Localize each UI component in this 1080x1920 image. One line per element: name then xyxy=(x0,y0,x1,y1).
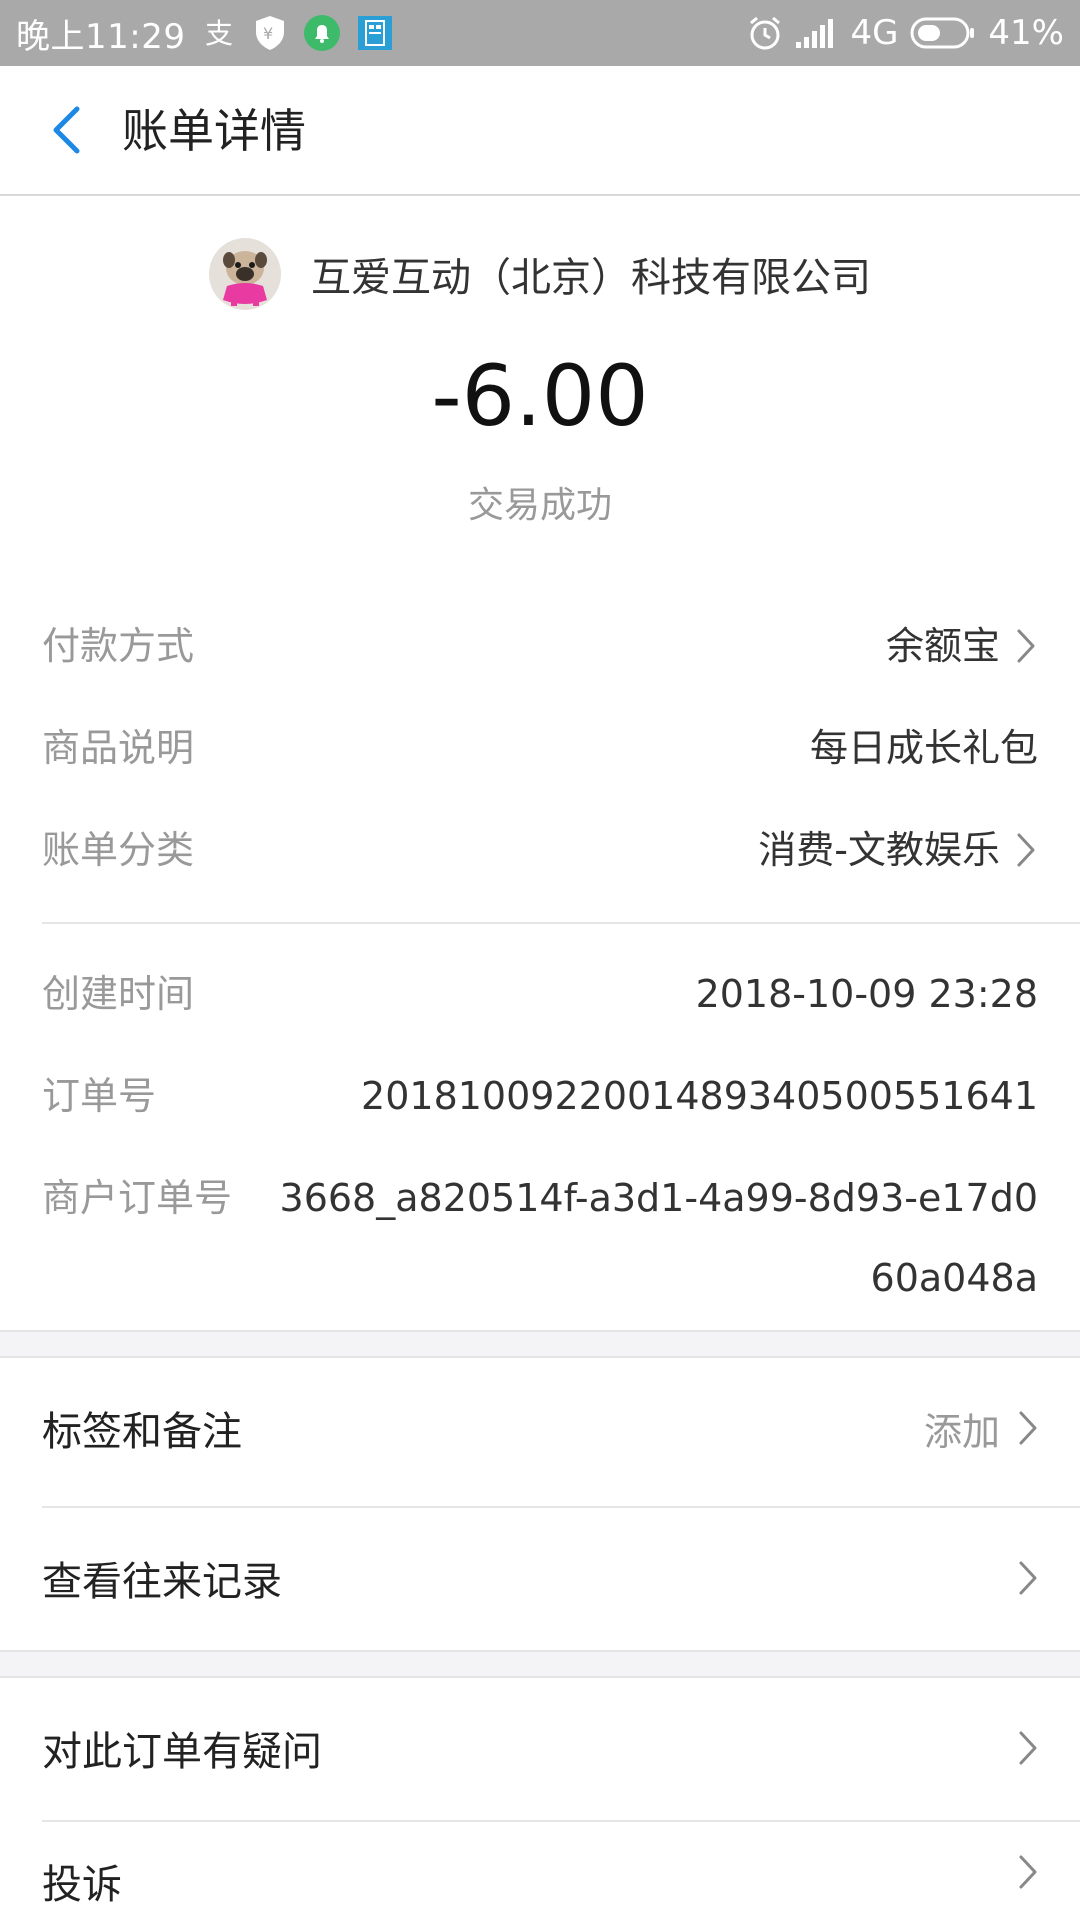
battery-percent: 41% xyxy=(988,13,1064,53)
order-no-label: 订单号 xyxy=(42,1074,157,1118)
complaint-row[interactable]: 投诉 xyxy=(0,1822,1080,1920)
history-label: 查看往来记录 xyxy=(42,1559,282,1605)
alarm-icon xyxy=(746,14,784,52)
payment-method-value-wrap: 余额宝 xyxy=(886,616,1038,676)
category-value: 消费-文教娱乐 xyxy=(758,828,1000,872)
status-right: 4G 41% xyxy=(746,13,1064,53)
question-right xyxy=(1016,1728,1040,1768)
chevron-right-icon xyxy=(1016,1852,1040,1892)
question-label: 对此订单有疑问 xyxy=(42,1729,322,1775)
alipay-icon: 支 xyxy=(201,15,237,51)
transaction-amount: -6.00 xyxy=(431,347,649,445)
payment-method-row[interactable]: 付款方式 余额宝 xyxy=(42,616,1038,676)
product-desc-label: 商品说明 xyxy=(42,726,195,770)
divider xyxy=(42,922,1080,924)
chevron-right-icon xyxy=(1016,1728,1040,1768)
network-type: 4G xyxy=(850,13,899,53)
created-time-label: 创建时间 xyxy=(42,972,195,1016)
merchant-order-no-value: 3668_a820514f-a3d1-4a99-8d93-e17d060a048… xyxy=(279,1176,1038,1300)
section-gap xyxy=(0,1330,1080,1358)
category-row[interactable]: 账单分类 消费-文教娱乐 xyxy=(42,820,1038,880)
status-left: 晚上11:29 支 ¥ xyxy=(16,9,393,58)
tags-notes-row[interactable]: 标签和备注 添加 xyxy=(0,1358,1080,1498)
created-time-value: 2018-10-09 23:28 xyxy=(695,972,1038,1016)
chevron-right-icon xyxy=(1016,1558,1040,1598)
sim-card-icon xyxy=(357,15,393,51)
chevron-right-icon xyxy=(1014,626,1038,666)
status-bar: 晚上11:29 支 ¥ 4G 41% xyxy=(0,0,1080,66)
section-gap xyxy=(0,1650,1080,1678)
merchant-row: 互爱互动（北京）科技有限公司 xyxy=(0,238,1080,310)
battery-icon xyxy=(910,16,976,50)
nav-bar: 账单详情 xyxy=(0,66,1080,196)
svg-text:¥: ¥ xyxy=(263,24,273,43)
merchant-name: 互爱互动（北京）科技有限公司 xyxy=(311,255,871,301)
order-no-row: 订单号 20181009220014893405005516​41 xyxy=(42,1066,1038,1126)
history-row[interactable]: 查看往来记录 xyxy=(0,1508,1080,1648)
complaint-right xyxy=(1016,1852,1040,1892)
back-button[interactable] xyxy=(36,98,96,162)
payment-method-value: 余额宝 xyxy=(885,624,1000,668)
shield-yen-icon: ¥ xyxy=(253,14,287,52)
merchant-order-no-label: 商户订单号 xyxy=(42,1176,233,1220)
category-label: 账单分类 xyxy=(42,828,195,872)
page-title: 账单详情 xyxy=(122,104,306,158)
tags-notes-right: 添加 xyxy=(924,1401,1040,1456)
svg-text:支: 支 xyxy=(205,17,233,50)
signal-icon xyxy=(796,18,838,48)
chevron-right-icon xyxy=(1014,830,1038,870)
merchant-order-no-row: 商户订单号 3668_a820514f-a3d1-4a99-8d93-e17d0… xyxy=(42,1168,1038,1318)
add-hint: 添加 xyxy=(923,1409,1000,1454)
product-desc-row: 商品说明 每日成长礼包 xyxy=(42,718,1038,778)
complaint-label: 投诉 xyxy=(42,1862,122,1908)
question-row[interactable]: 对此订单有疑问 xyxy=(0,1678,1080,1818)
history-right xyxy=(1016,1558,1040,1598)
chevron-right-icon xyxy=(1016,1408,1040,1448)
avatar xyxy=(209,238,281,310)
tags-notes-label: 标签和备注 xyxy=(42,1409,242,1455)
status-time: 晚上11:29 xyxy=(16,16,186,57)
notification-bell-icon xyxy=(303,14,341,52)
category-value-wrap: 消费-文教娱乐 xyxy=(758,820,1038,880)
created-time-row: 创建时间 2018-10-09 23:28 xyxy=(42,964,1038,1024)
payment-method-label: 付款方式 xyxy=(42,624,195,668)
trade-status: 交易成功 xyxy=(467,485,612,526)
order-no-value: 20181009220014893405005516​41 xyxy=(361,1074,1038,1118)
product-desc-value: 每日成长礼包 xyxy=(809,726,1038,770)
back-arrow-icon xyxy=(53,106,80,154)
